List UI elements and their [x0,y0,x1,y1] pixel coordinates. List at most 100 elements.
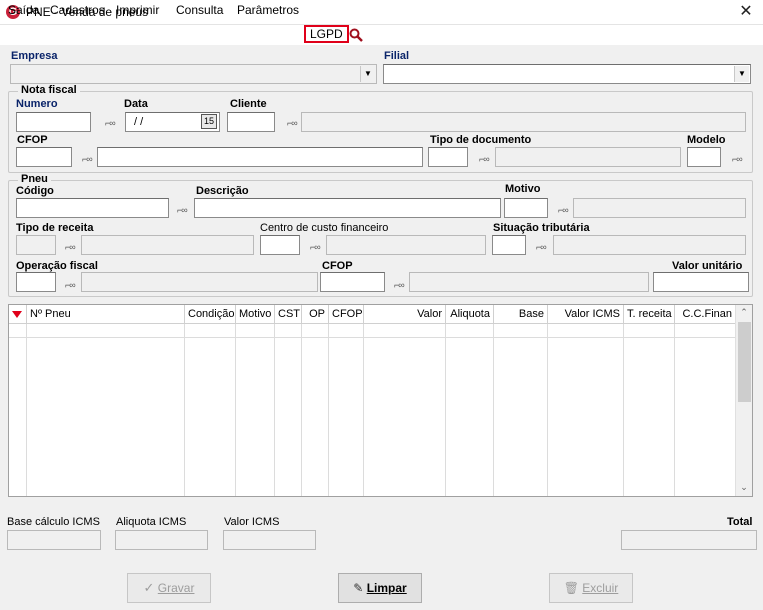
limpar-button[interactable]: ✎ Limpar [338,573,422,603]
col-divider [328,324,329,496]
checkmark-icon: ✓ [143,580,155,595]
table-row[interactable] [9,324,736,338]
col-divider [274,324,275,496]
tipo-receita-desc-field [81,235,254,255]
empresa-select[interactable]: ▼ [10,64,377,84]
aliquota-icms-field [115,530,208,550]
filial-label: Filial [384,50,410,62]
col-label: Base [518,308,544,320]
col-divider [184,324,185,496]
vertical-scrollbar[interactable]: ⌃ ⌄ [735,305,752,496]
tipo-documento-input[interactable] [428,147,468,167]
col-label: Motivo [239,308,272,320]
centro-custo-desc-field [326,235,486,255]
binoculars-icon[interactable]: ⌐∞ [310,242,322,252]
col-label: CST [278,308,300,320]
col-header-valor-icms[interactable]: Valor ICMS [548,305,624,324]
aliquota-icms-label: Aliquota ICMS [116,516,187,528]
col-label: Valor ICMS [564,308,620,320]
descricao-input[interactable] [194,198,501,218]
descricao-label: Descrição [196,185,249,197]
col-header-motivo[interactable]: Motivo [236,305,275,324]
col-label: OP [309,308,325,320]
binoculars-icon[interactable]: ⌐∞ [65,242,77,252]
col-header-base[interactable]: Base [494,305,548,324]
menu-saida[interactable]: Saída [6,2,41,18]
menu-imprimir[interactable]: Imprimir [114,2,161,18]
col-header-cc-finan[interactable]: C.C.Finan [675,305,736,324]
situacao-tributaria-input[interactable] [492,235,526,255]
binoculars-icon[interactable]: ⌐∞ [732,154,744,164]
valor-icms-label: Valor ICMS [224,516,280,528]
codigo-input[interactable] [16,198,169,218]
col-header-condicao[interactable]: Condição [185,305,236,324]
gravar-button-label: Gravar [157,581,195,595]
limpar-button-label: Limpar [366,581,407,595]
calendar-icon[interactable]: 15 [201,114,217,129]
chevron-down-icon[interactable]: ▼ [360,66,375,82]
situacao-tributaria-label: Situação tributária [493,222,590,234]
excluir-button[interactable]: 🗑 Excluir [549,573,633,603]
modelo-label: Modelo [687,134,726,146]
cliente-code-input[interactable] [227,112,275,132]
menu-cadastros[interactable]: Cadastros [48,2,107,18]
col-header-valor[interactable]: Valor [364,305,446,324]
base-calculo-label: Base cálculo ICMS [7,516,100,528]
col-header-numero-pneu[interactable]: Nº Pneu [27,305,185,324]
col-header-op[interactable]: OP [302,305,329,324]
empresa-label: Empresa [11,50,58,62]
cfop-input[interactable] [16,147,72,167]
close-icon[interactable]: ✕ [736,2,756,22]
binoculars-icon[interactable]: ⌐∞ [536,242,548,252]
menu-parametros[interactable]: Parâmetros [235,2,301,18]
col-label: Valor [417,308,442,320]
filial-select[interactable]: ▼ [383,64,751,84]
modelo-input[interactable] [687,147,721,167]
data-label: Data [124,98,148,110]
col-divider [301,324,302,496]
tipo-documento-desc-field [495,147,681,167]
chevron-down-icon[interactable]: ▼ [734,66,749,82]
binoculars-icon[interactable]: ⌐∞ [82,154,94,164]
col-header-cfop[interactable]: CFOP [329,305,364,324]
motivo-input[interactable] [504,198,548,218]
col-divider [235,324,236,496]
base-calculo-field [7,530,101,550]
col-label: CFOP [332,308,363,320]
binoculars-icon[interactable]: ⌐∞ [479,154,491,164]
operacao-fiscal-input[interactable] [16,272,56,292]
binoculars-icon[interactable]: ⌐∞ [558,205,570,215]
cfop-description-input[interactable] [97,147,423,167]
row-indicator-header [9,305,27,324]
numero-input[interactable] [16,112,91,132]
col-header-t-receita[interactable]: T. receita [624,305,675,324]
gravar-button[interactable]: ✓ Gravar [127,573,211,603]
binoculars-icon[interactable]: ⌐∞ [287,118,299,128]
pneu-legend: Pneu [18,173,51,185]
cliente-label: Cliente [230,98,267,110]
search-icon[interactable] [349,28,363,42]
binoculars-icon[interactable]: ⌐∞ [177,205,189,215]
numero-label: Numero [16,98,58,110]
menu-lgpd[interactable]: LGPD [304,25,349,43]
cliente-name-field [301,112,746,132]
tipo-receita-label: Tipo de receita [16,222,94,234]
tipo-receita-input[interactable] [16,235,56,255]
col-label: T. receita [627,308,672,320]
binoculars-icon[interactable]: ⌐∞ [65,280,77,290]
pneu-cfop-desc-field [409,272,649,292]
chevron-up-icon[interactable]: ⌃ [736,307,752,319]
col-header-aliquota[interactable]: Aliquota [446,305,494,324]
items-table[interactable]: Nº Pneu Condição Motivo CST OP CFOP Valo… [8,304,753,497]
pneu-cfop-input[interactable] [320,272,385,292]
chevron-down-icon[interactable]: ⌄ [736,482,752,494]
valor-unitario-input[interactable] [653,272,749,292]
menu-consulta[interactable]: Consulta [174,2,225,18]
binoculars-icon[interactable]: ⌐∞ [105,118,117,128]
binoculars-icon[interactable]: ⌐∞ [394,280,406,290]
valor-icms-field [223,530,316,550]
scrollbar-thumb[interactable] [738,322,751,402]
col-label: Aliquota [450,308,490,320]
centro-custo-input[interactable] [260,235,300,255]
col-header-cst[interactable]: CST [275,305,302,324]
